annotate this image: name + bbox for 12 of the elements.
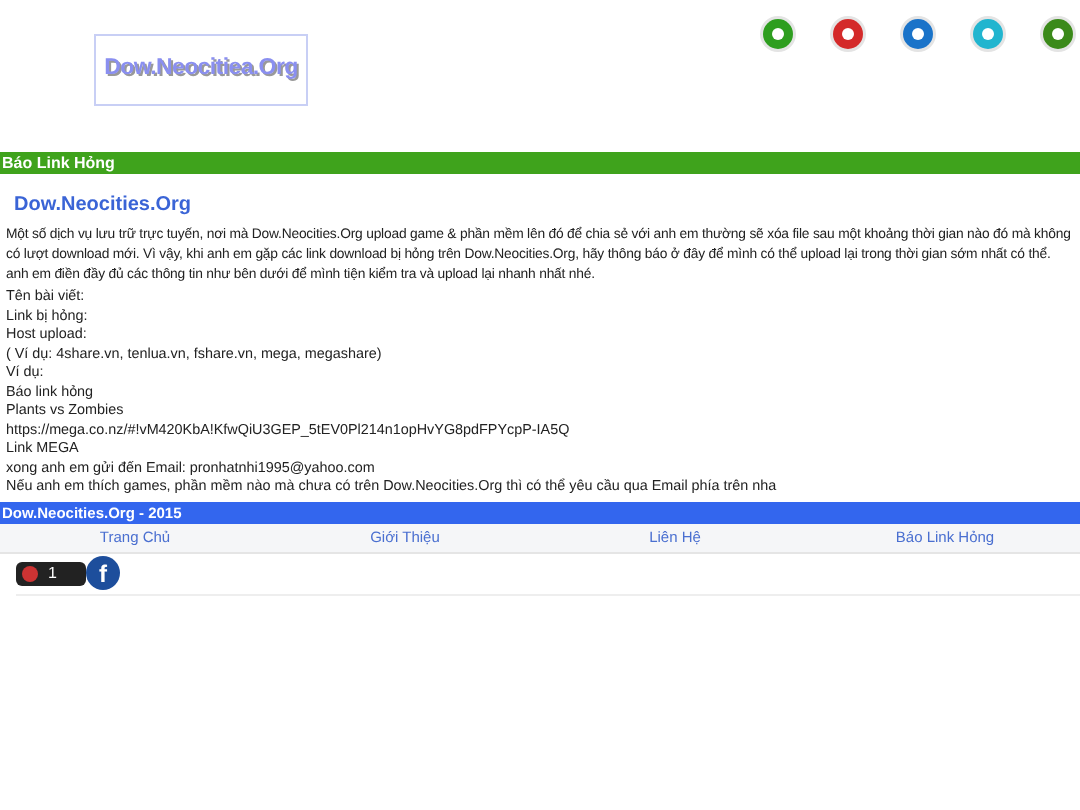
facebook-button[interactable]: f [86, 556, 120, 590]
circle-icon [22, 565, 38, 581]
social-icon[interactable] [1040, 16, 1076, 52]
site-logo[interactable]: Dow.Neocitiea.Org [94, 34, 308, 106]
social-icon[interactable] [900, 16, 936, 52]
section-bar: Báo Link Hỏng [0, 152, 1080, 174]
share-count: 1 [48, 561, 57, 585]
social-icon[interactable] [830, 16, 866, 52]
share-counter[interactable]: 1 [16, 561, 86, 585]
post-title[interactable]: Dow.Neocities.Org [14, 190, 1074, 220]
social-icon[interactable] [970, 16, 1006, 52]
social-icon[interactable] [760, 16, 796, 52]
